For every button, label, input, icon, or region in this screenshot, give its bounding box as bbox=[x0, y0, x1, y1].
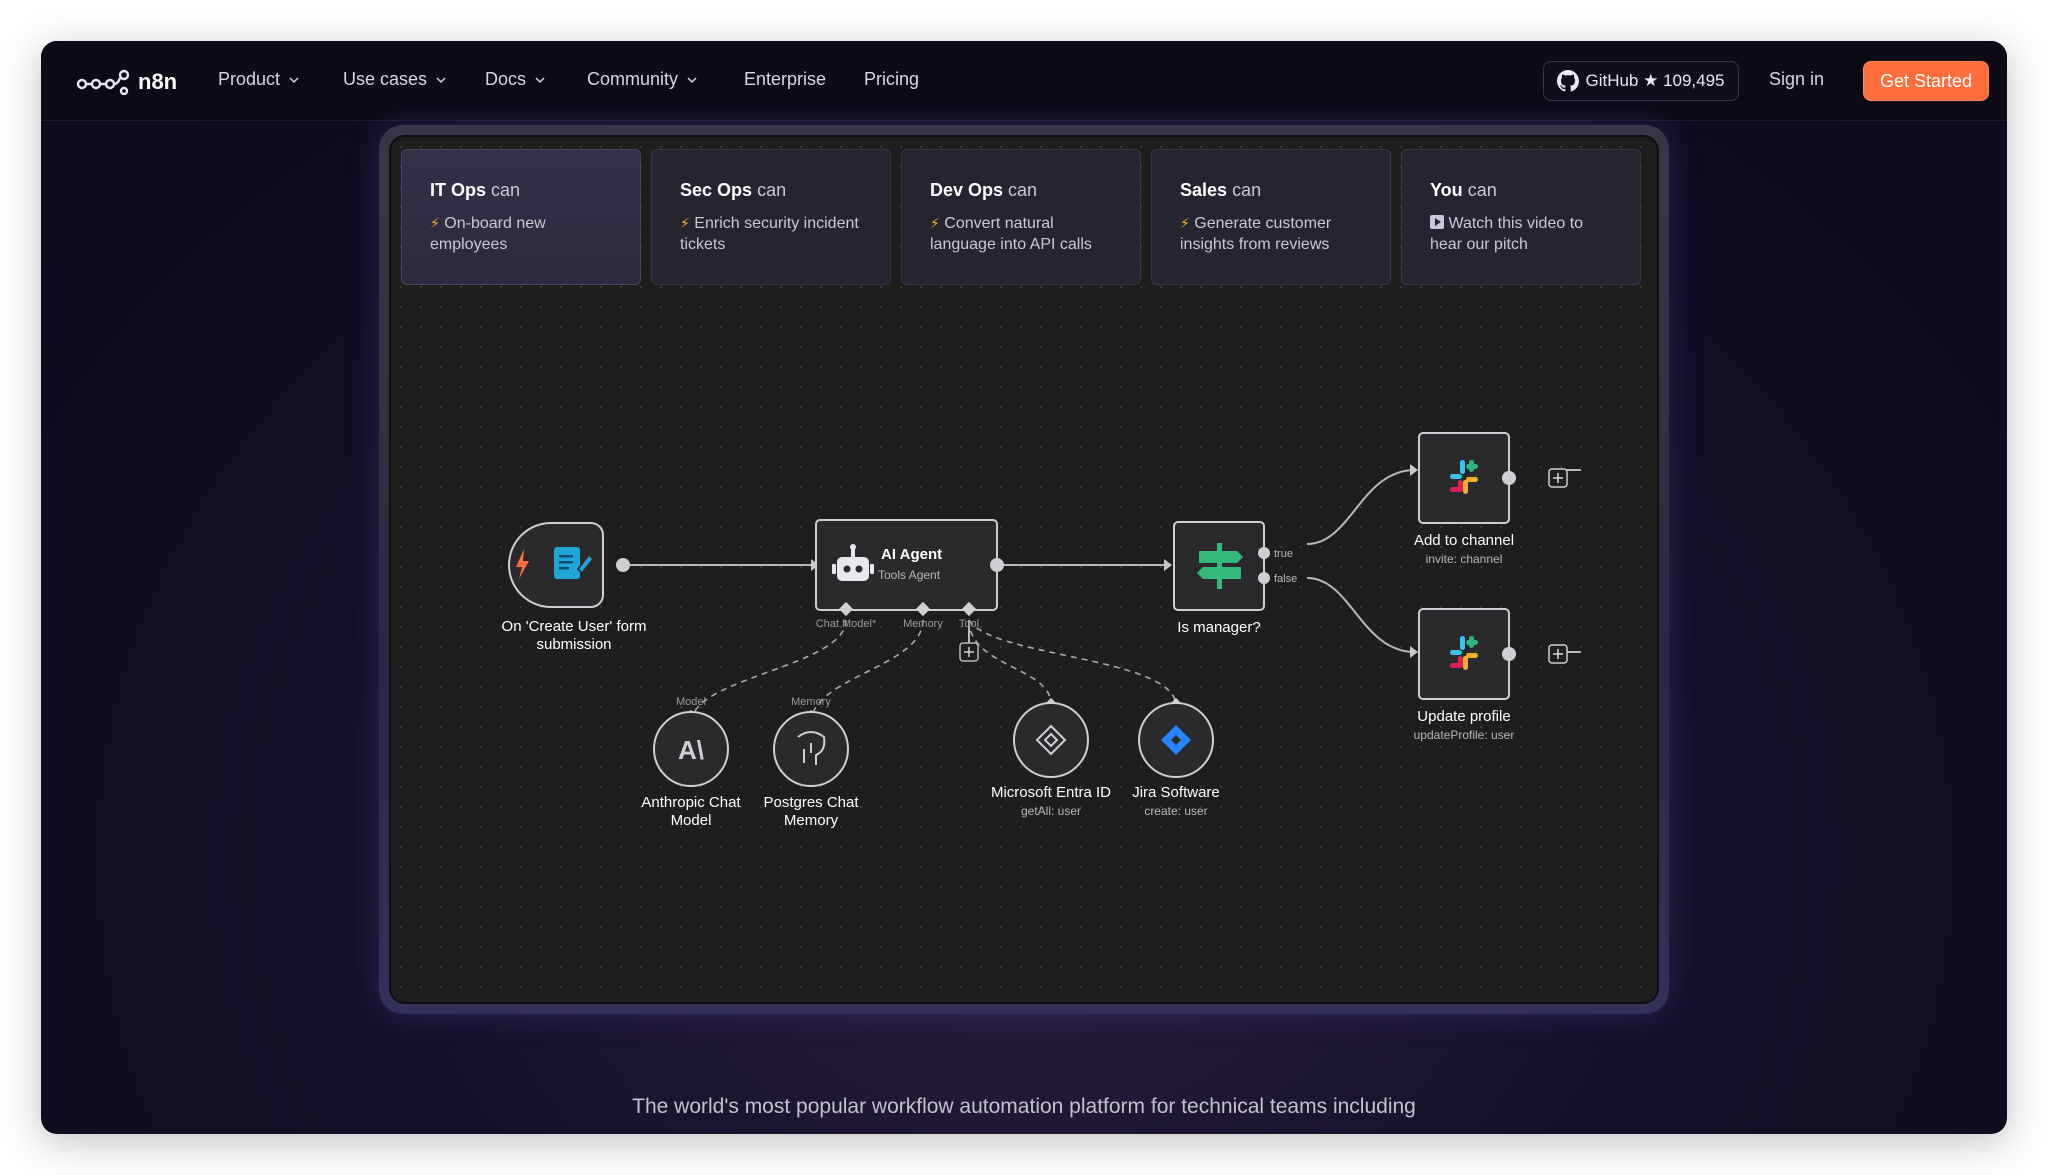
output-handle bbox=[990, 558, 1004, 572]
chevron-down-icon bbox=[289, 76, 299, 83]
ai-agent-node[interactable]: AI Agent Tools Agent Chat Model* Memory … bbox=[815, 519, 1004, 662]
jira-sub: create: user bbox=[1144, 804, 1207, 818]
nav-use-cases-label: Use cases bbox=[343, 69, 428, 89]
anthropic-icon: A\ bbox=[678, 735, 704, 765]
slack-update-profile-node[interactable]: Update profile updateProfile: user bbox=[1414, 608, 1516, 742]
output-handle-true bbox=[1258, 547, 1270, 559]
nav-community-label: Community bbox=[587, 69, 679, 89]
workflow-graph: On 'Create User' form submission AI Agen… bbox=[502, 432, 1581, 829]
logo-text: n8n bbox=[138, 69, 178, 94]
trigger-node[interactable]: On 'Create User' form submission bbox=[502, 522, 647, 653]
postgres-chat-memory-node[interactable]: Memory Postgres Chat Memory bbox=[763, 696, 859, 829]
output-handle bbox=[1502, 471, 1516, 485]
entra-sub: getAll: user bbox=[1021, 804, 1081, 818]
output-handle bbox=[1502, 647, 1516, 661]
if-node-label: Is manager? bbox=[1177, 619, 1260, 636]
slack-bottom-sub: updateProfile: user bbox=[1414, 728, 1515, 742]
postgres-label: Postgres Chat bbox=[763, 794, 859, 811]
model-port-label: Model bbox=[676, 696, 706, 708]
nav-community[interactable]: Community bbox=[587, 69, 698, 90]
connection-true bbox=[1306, 469, 1416, 545]
jira-label: Jira Software bbox=[1132, 784, 1220, 801]
jira-software-node[interactable]: Jira Software create: user bbox=[1132, 697, 1220, 818]
ai-agent-subtitle: Tools Agent bbox=[878, 568, 941, 582]
microsoft-entra-node[interactable]: Microsoft Entra ID getAll: user bbox=[991, 697, 1111, 818]
top-navbar: n8n Product Use cases Docs Community Ent… bbox=[41, 41, 2007, 121]
arrow-head bbox=[1164, 559, 1172, 571]
port-tool-label: Tool bbox=[959, 618, 979, 630]
chevron-down-icon bbox=[535, 76, 545, 83]
nav-enterprise[interactable]: Enterprise bbox=[744, 69, 826, 90]
n8n-logo[interactable]: n8n bbox=[76, 63, 177, 101]
trigger-label-2: submission bbox=[536, 636, 611, 653]
chevron-down-icon bbox=[687, 76, 697, 83]
output-handle bbox=[616, 558, 630, 572]
chevron-down-icon bbox=[436, 76, 446, 83]
connection-tool-entra bbox=[968, 619, 1052, 705]
add-node-button-top[interactable] bbox=[1548, 468, 1568, 488]
ai-agent-title: AI Agent bbox=[881, 546, 942, 563]
port-memory-label: Memory bbox=[903, 618, 943, 630]
github-stars-label: GitHub ★ 109,495 bbox=[1585, 71, 1725, 90]
slack-top-label: Add to channel bbox=[1414, 532, 1514, 549]
arrow-head bbox=[1410, 646, 1418, 658]
nav-product[interactable]: Product bbox=[218, 69, 300, 90]
sign-in-link[interactable]: Sign in bbox=[1769, 69, 1824, 90]
nav-pricing-label: Pricing bbox=[864, 69, 920, 89]
get-started-button[interactable]: Get Started bbox=[1863, 61, 1989, 101]
nav-enterprise-label: Enterprise bbox=[744, 69, 827, 89]
postgres-label-2: Memory bbox=[784, 812, 839, 829]
connection-false bbox=[1306, 577, 1416, 653]
trigger-label: On 'Create User' form bbox=[502, 618, 647, 635]
slack-bottom-label: Update profile bbox=[1417, 708, 1510, 725]
slack-add-to-channel-node[interactable]: Add to channel invite: channel bbox=[1414, 432, 1516, 566]
github-icon bbox=[1557, 70, 1580, 92]
entra-label: Microsoft Entra ID bbox=[991, 784, 1111, 801]
nav-docs[interactable]: Docs bbox=[485, 69, 546, 90]
memory-port-label: Memory bbox=[791, 696, 831, 708]
nav-use-cases[interactable]: Use cases bbox=[343, 69, 447, 90]
tagline: The world's most popular workflow automa… bbox=[632, 1095, 1416, 1118]
if-node[interactable]: true false Is manager? bbox=[1173, 521, 1297, 636]
output-handle-false bbox=[1258, 572, 1270, 584]
n8n-logo-icon bbox=[76, 69, 130, 95]
false-label: false bbox=[1274, 573, 1297, 585]
port-chat-model-label: Chat Model* bbox=[816, 618, 877, 630]
github-stars-button[interactable]: GitHub ★ 109,495 bbox=[1543, 61, 1739, 101]
nav-pricing[interactable]: Pricing bbox=[864, 69, 919, 90]
slack-top-sub: invite: channel bbox=[1426, 552, 1503, 566]
anthropic-label-2: Model bbox=[671, 812, 712, 829]
connection-tool-jira bbox=[968, 619, 1177, 705]
anthropic-label: Anthropic Chat bbox=[641, 794, 741, 811]
add-node-button-bottom[interactable] bbox=[1548, 644, 1568, 664]
workflow-canvas[interactable]: IT Ops can ⚡ On-board new employees Sec … bbox=[389, 135, 1659, 1004]
true-label: true bbox=[1274, 548, 1293, 560]
anthropic-chat-model-node[interactable]: Model A\ Anthropic Chat Model bbox=[641, 696, 741, 829]
nav-docs-label: Docs bbox=[485, 69, 527, 89]
nav-product-label: Product bbox=[218, 69, 281, 89]
workflow-demo-frame: IT Ops can ⚡ On-board new employees Sec … bbox=[379, 125, 1669, 1014]
arrow-head bbox=[1410, 464, 1418, 476]
browser-window: n8n Product Use cases Docs Community Ent… bbox=[41, 41, 2007, 1134]
